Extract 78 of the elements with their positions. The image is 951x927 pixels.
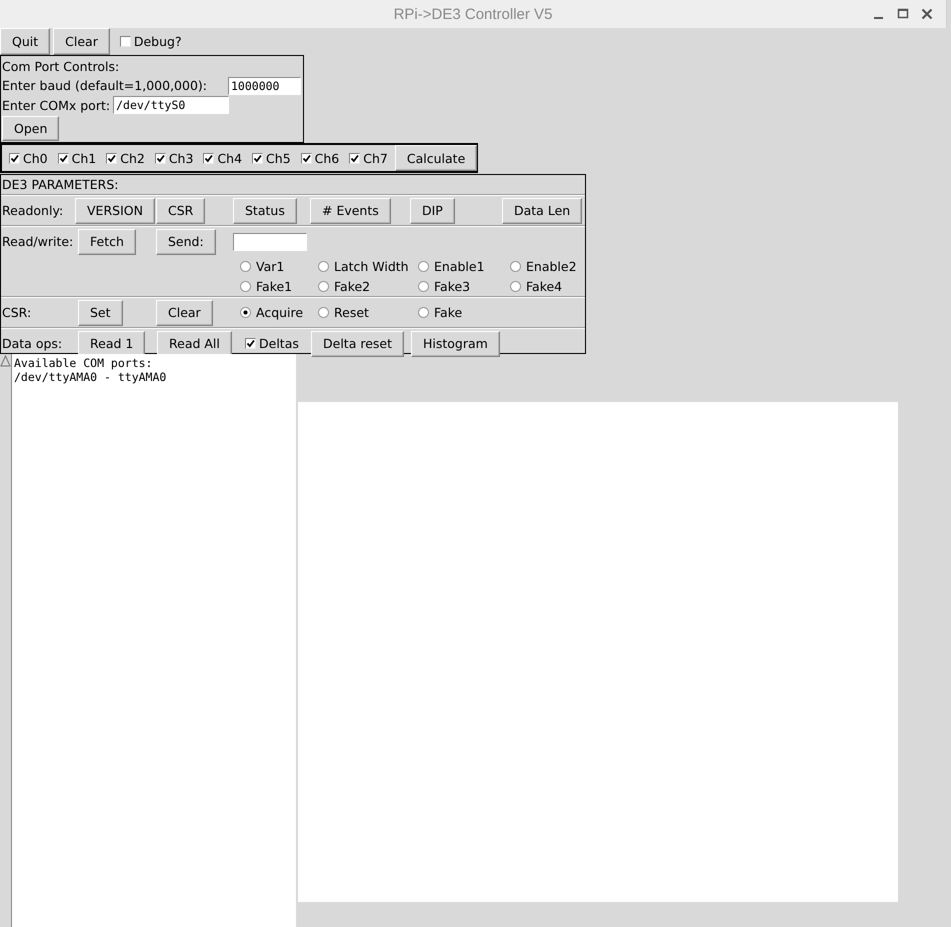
radio-label: Reset [334, 305, 369, 320]
field-label: Enter COMx port: [2, 98, 110, 113]
radio-label: Acquire [256, 305, 304, 320]
checkbox-label: Ch6 [314, 150, 340, 166]
radio-label: Enable1 [434, 258, 485, 274]
radio-button[interactable] [510, 260, 521, 272]
scroll-up-icon[interactable] [0, 354, 11, 367]
close-icon[interactable] [920, 7, 934, 21]
checkbox[interactable] [120, 36, 131, 47]
console-line: Available COM ports: [14, 356, 152, 370]
checkbox-label: Ch5 [266, 150, 291, 166]
radio-button[interactable] [418, 260, 429, 272]
checkbox-label: Ch4 [217, 150, 242, 166]
radio-label: Fake2 [334, 278, 370, 294]
button[interactable]: CSR [156, 198, 206, 224]
checkbox-label: Ch0 [23, 150, 48, 166]
button[interactable]: Send: [156, 228, 216, 254]
button[interactable]: Histogram [411, 330, 500, 356]
checkbox-label: Deltas [259, 336, 299, 351]
button[interactable]: Read 1 [78, 330, 146, 356]
button[interactable]: # Events [310, 198, 391, 224]
button[interactable]: Data Len [502, 198, 582, 224]
button[interactable]: VERSION [75, 198, 155, 224]
radio-button[interactable] [318, 280, 329, 292]
radio-label: Var1 [256, 258, 284, 274]
checkbox[interactable] [9, 152, 20, 164]
button[interactable]: Clear [53, 28, 110, 55]
button[interactable]: Quit [0, 28, 50, 55]
checkbox[interactable] [300, 152, 312, 164]
scrollbar[interactable] [0, 354, 12, 927]
radio-button[interactable] [318, 307, 329, 318]
input-field[interactable]: /dev/ttyS0 [113, 96, 230, 114]
radio-button[interactable] [240, 260, 251, 272]
checkbox[interactable] [245, 338, 256, 349]
row-label: Data ops: [1, 336, 62, 351]
button[interactable]: Fetch [78, 228, 136, 254]
window-title: RPi->DE3 Controller V5 [394, 6, 552, 22]
button[interactable]: Open [2, 116, 60, 141]
button[interactable]: Status [233, 198, 297, 224]
section-heading: DE3 PARAMETERS: [2, 177, 119, 192]
checkbox-label: Ch1 [72, 150, 96, 166]
checkbox[interactable] [252, 152, 264, 164]
checkbox[interactable] [106, 152, 118, 164]
checkbox-label: Debug? [134, 34, 182, 49]
radio-button[interactable] [240, 307, 251, 318]
input-field[interactable] [233, 232, 307, 250]
checkbox[interactable] [58, 152, 69, 164]
section-heading: Com Port Controls: [2, 59, 120, 74]
radio-button[interactable] [240, 280, 251, 292]
row-label: Read/write: [1, 234, 74, 249]
checkbox-label: Ch2 [120, 150, 145, 166]
radio-label: Fake3 [434, 278, 470, 294]
field-label: Enter baud (default=1,000,000): [2, 78, 207, 94]
button[interactable]: Calculate [394, 145, 478, 171]
radio-button[interactable] [418, 280, 429, 292]
button[interactable]: Delta reset [311, 330, 404, 356]
radio-label: Fake [434, 305, 462, 320]
radio-label: Latch Width [334, 258, 409, 274]
button[interactable]: Set [78, 300, 123, 326]
input-field[interactable]: 1000000 [228, 76, 301, 95]
radio-button[interactable] [318, 260, 329, 272]
checkbox[interactable] [349, 152, 360, 164]
button[interactable]: Read All [157, 330, 232, 356]
checkbox-label: Ch7 [363, 150, 388, 166]
radio-button[interactable] [418, 307, 429, 318]
checkbox-label: Ch3 [168, 150, 194, 166]
radio-label: Fake1 [256, 278, 292, 294]
checkbox[interactable] [154, 152, 166, 164]
checkbox[interactable] [203, 152, 214, 164]
maximize-icon[interactable] [896, 7, 910, 21]
console-line: /dev/ttyAMA0 - ttyAMA0 [14, 370, 166, 384]
row-label: CSR: [1, 305, 32, 320]
row-label: Readonly: [1, 203, 64, 218]
radio-label: Enable2 [526, 258, 577, 274]
button[interactable]: Clear [156, 300, 213, 326]
radio-label: Fake4 [526, 278, 562, 294]
button[interactable]: DIP [410, 198, 455, 224]
radio-button[interactable] [510, 280, 521, 292]
